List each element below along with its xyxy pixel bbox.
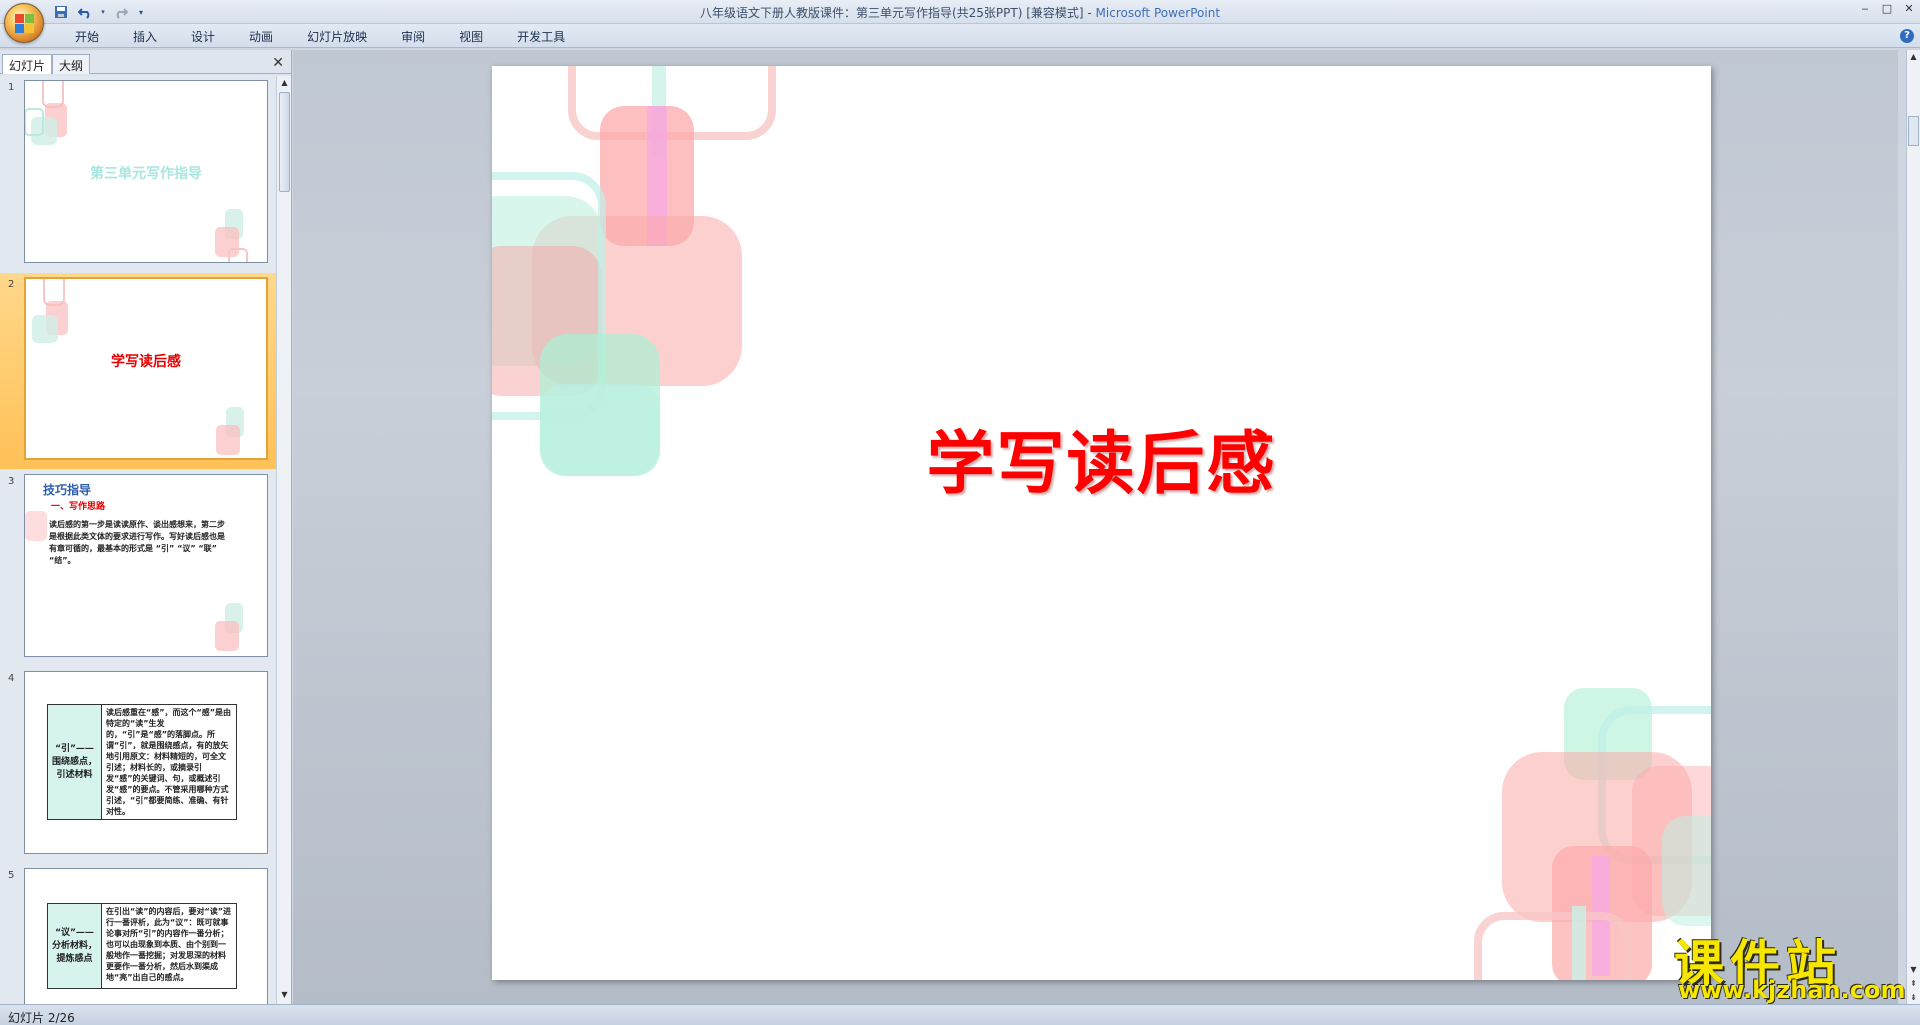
tab-animations[interactable]: 动画	[232, 29, 290, 45]
editor-scrollbar[interactable]: ▲ ▼ ⇞ ⇟	[1906, 50, 1920, 1004]
close-button[interactable]: ✕	[1902, 2, 1916, 16]
ribbon: 开始 插入 设计 动画 幻灯片放映 审阅 视图 开发工具 ?	[0, 24, 1920, 48]
table-label-cell: “引”——围绕感点，引述材料	[48, 705, 102, 819]
ribbon-tabs: 开始 插入 设计 动画 幻灯片放映 审阅 视图 开发工具	[58, 29, 582, 45]
slide-number: 1	[8, 82, 15, 93]
thumbnail-table: “引”——围绕感点，引述材料 读后感重在“感”，而这个“感”是由特定的“读”生发…	[47, 704, 237, 820]
tab-developer[interactable]: 开发工具	[500, 29, 582, 45]
tab-home[interactable]: 开始	[58, 29, 116, 45]
thumbnail-table: “议”——分析材料，提炼感点 在引出“读”的内容后，要对“读”进行一番评析，此为…	[47, 903, 237, 989]
thumbnail-row[interactable]: 5 “议”——分析材料，提炼感点 在引出“读”的内容后，要对“读”进行一番评析，…	[0, 864, 276, 1004]
current-slide[interactable]: 学写读后感	[492, 66, 1711, 980]
slide-thumbnail[interactable]: 第三单元写作指导	[24, 80, 268, 263]
slides-pane: 幻灯片 大纲 ✕ 1 第三单元写作指导 2 学写读后感 3 技巧指导 一、写作思…	[0, 50, 292, 1004]
tab-view[interactable]: 视图	[442, 29, 500, 45]
slide-count-status: 幻灯片 2/26	[8, 1011, 75, 1025]
thumbnail-body: 读后感的第一步是读读原作、谈出感想来，第二步是根据此类文体的要求进行写作。写好读…	[49, 520, 225, 565]
office-logo-icon	[15, 14, 35, 34]
table-body-cell: 在引出“读”的内容后，要对“读”进行一番评析，此为“议”：既可就事论事对所“引”…	[106, 907, 232, 982]
scroll-up-icon[interactable]: ▲	[279, 78, 290, 90]
pane-tabs: 幻灯片 大纲 ✕	[0, 52, 292, 74]
slide-number: 5	[8, 870, 15, 881]
slide-number: 2	[8, 279, 15, 290]
tab-review[interactable]: 审阅	[384, 29, 442, 45]
slide-title[interactable]: 学写读后感	[492, 408, 1711, 507]
slide-thumbnail[interactable]: “议”——分析材料，提炼感点 在引出“读”的内容后，要对“读”进行一番评析，此为…	[24, 868, 268, 1004]
scroll-down-icon[interactable]: ▼	[1908, 965, 1919, 974]
slide-thumbnail[interactable]: 学写读后感	[24, 277, 268, 460]
slide-number: 3	[8, 476, 15, 487]
scroll-up-icon[interactable]: ▲	[1908, 52, 1919, 61]
thumbnail-title: 第三单元写作指导	[90, 166, 202, 182]
pane-close-icon[interactable]: ✕	[272, 55, 284, 71]
table-label-cell: “议”——分析材料，提炼感点	[48, 904, 102, 988]
scroll-thumb[interactable]	[1908, 116, 1919, 146]
tab-slides[interactable]: 幻灯片	[2, 54, 53, 74]
slide-decoration-icon	[492, 66, 1711, 980]
slide-thumbnail[interactable]: 技巧指导 一、写作思路 读后感的第一步是读读原作、谈出感想来，第二步是根据此类文…	[24, 474, 268, 657]
slide-thumbnails: 1 第三单元写作指导 2 学写读后感 3 技巧指导 一、写作思路 读后感的第一步…	[0, 76, 276, 1004]
slide-number: 4	[8, 673, 15, 684]
previous-slide-icon[interactable]: ⇞	[1908, 979, 1919, 988]
office-button[interactable]	[4, 3, 44, 43]
tab-outline[interactable]: 大纲	[52, 54, 91, 74]
table-body-cell: 读后感重在“感”，而这个“感”是由特定的“读”生发的，“引”是“感”的落脚点。所…	[106, 708, 232, 816]
thumbnail-subheading: 一、写作思路	[51, 502, 106, 512]
watermark-logo: 课件站 www.kjzhan.com	[1668, 924, 1906, 1004]
tab-slideshow[interactable]: 幻灯片放映	[290, 29, 384, 45]
tab-insert[interactable]: 插入	[116, 29, 174, 45]
title-bar: ▾ ▾ 八年级语文下册人教版课件：第三单元写作指导(共25张PPT) [兼容模式…	[0, 0, 1920, 24]
watermark-url: www.kjzhan.com	[1678, 976, 1906, 1004]
help-icon[interactable]: ?	[1900, 29, 1914, 43]
thumbnail-row-selected[interactable]: 2 学写读后感	[0, 273, 276, 469]
next-slide-icon[interactable]: ⇟	[1908, 993, 1919, 1002]
thumbnail-row[interactable]: 4 “引”——围绕感点，引述材料 读后感重在“感”，而这个“感”是由特定的“读”…	[0, 667, 276, 863]
thumbnails-scrollbar[interactable]: ▲ ▼	[276, 76, 291, 1004]
window-title: 八年级语文下册人教版课件：第三单元写作指导(共25张PPT) [兼容模式] - …	[0, 4, 1920, 21]
tab-design[interactable]: 设计	[174, 29, 232, 45]
thumbnail-heading: 技巧指导	[43, 483, 92, 497]
status-bar: 幻灯片 2/26	[0, 1004, 1920, 1025]
app-name: Microsoft PowerPoint	[1095, 6, 1221, 20]
maximize-button[interactable]: □	[1880, 2, 1894, 16]
thumbnail-row[interactable]: 1 第三单元写作指导	[0, 76, 276, 272]
window-controls: ‒ □ ✕	[1858, 2, 1916, 16]
scroll-thumb[interactable]	[279, 92, 290, 192]
scroll-down-icon[interactable]: ▼	[279, 990, 290, 1002]
thumbnail-row[interactable]: 3 技巧指导 一、写作思路 读后感的第一步是读读原作、谈出感想来，第二步是根据此…	[0, 470, 276, 666]
thumbnail-title: 学写读后感	[111, 354, 181, 370]
minimize-button[interactable]: ‒	[1858, 2, 1872, 16]
document-title: 八年级语文下册人教版课件：第三单元写作指导(共25张PPT) [兼容模式] -	[699, 6, 1096, 20]
slide-thumbnail[interactable]: “引”——围绕感点，引述材料 读后感重在“感”，而这个“感”是由特定的“读”生发…	[24, 671, 268, 854]
